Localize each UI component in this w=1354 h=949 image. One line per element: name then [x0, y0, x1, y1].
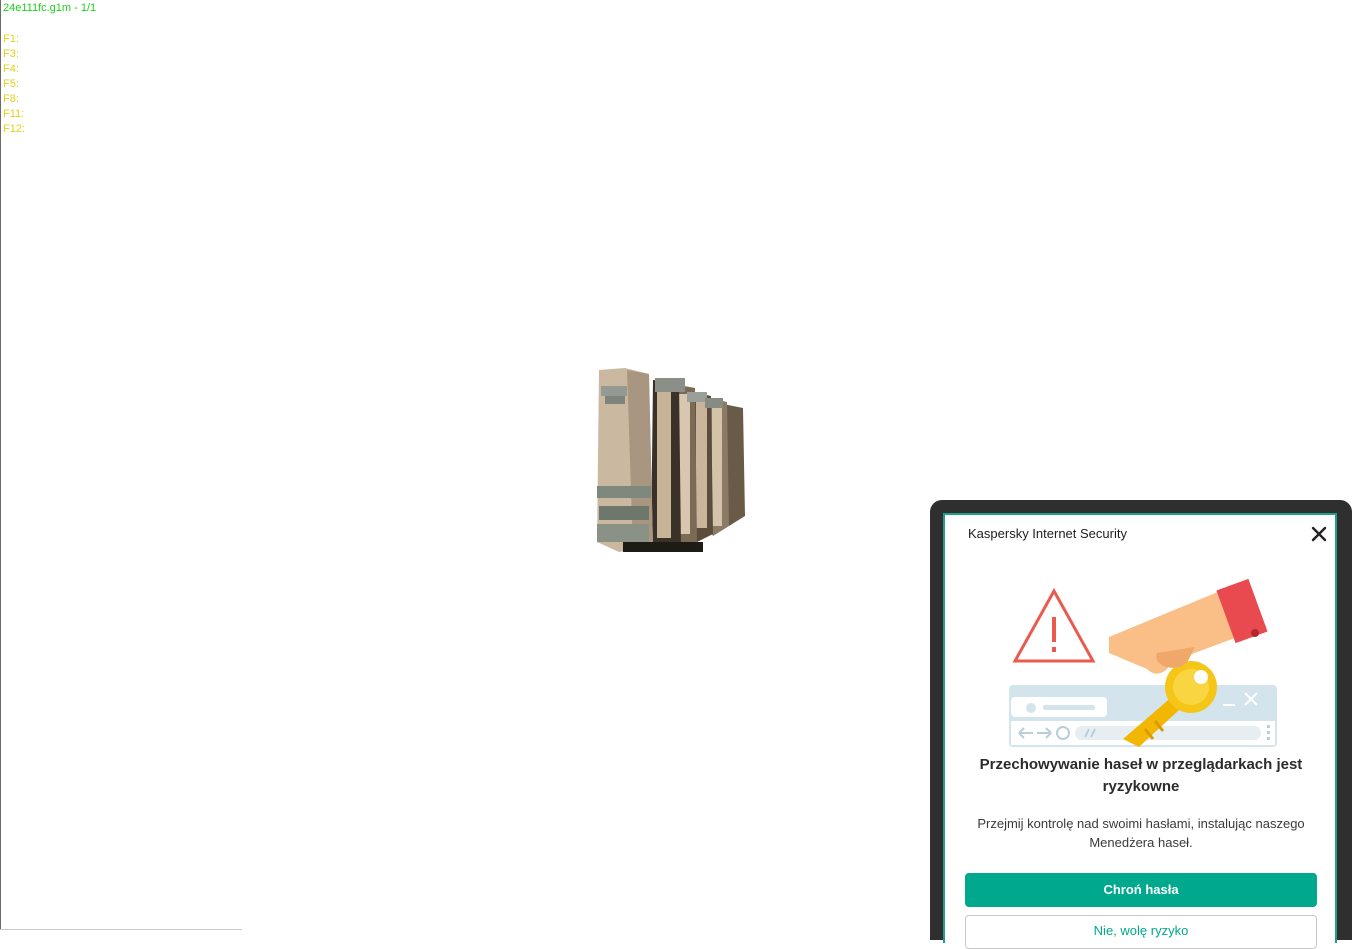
- model-file-title: 24e111fc.g1m - 1/1: [3, 2, 97, 14]
- fkey-f3: F3:: [3, 48, 19, 60]
- kaspersky-notification: Kaspersky Internet Security Przechowywan…: [943, 513, 1337, 949]
- function-key-list: F1: F3: F4: F5: F8: F11: F12:: [3, 32, 25, 137]
- close-icon[interactable]: [1306, 521, 1332, 547]
- fkey-f11: F11:: [3, 108, 25, 120]
- fkey-f8: F8:: [3, 93, 19, 105]
- protect-passwords-button[interactable]: Chroń hasła: [965, 873, 1317, 907]
- headline: Przechowywanie haseł w przeglądarkach je…: [979, 756, 1303, 795]
- hand-icon: [1109, 578, 1268, 674]
- warning-triangle-icon: [1012, 587, 1096, 663]
- fkey-f5: F5:: [3, 78, 19, 90]
- body-text: Przejmij kontrolę nad swoimi hasłami, in…: [977, 816, 1305, 850]
- fkey-f12: F12:: [3, 123, 26, 135]
- fkey-f4: F4:: [3, 63, 19, 75]
- window-left-border: [0, 0, 1, 930]
- fkey-f1: F1:: [3, 33, 19, 45]
- decline-button[interactable]: Nie, wolę ryzyko: [965, 915, 1317, 949]
- app-name: Kaspersky Internet Security: [968, 526, 1127, 541]
- stone-wall-model[interactable]: [593, 366, 753, 558]
- warning-key-browser-illustration: [1009, 578, 1277, 747]
